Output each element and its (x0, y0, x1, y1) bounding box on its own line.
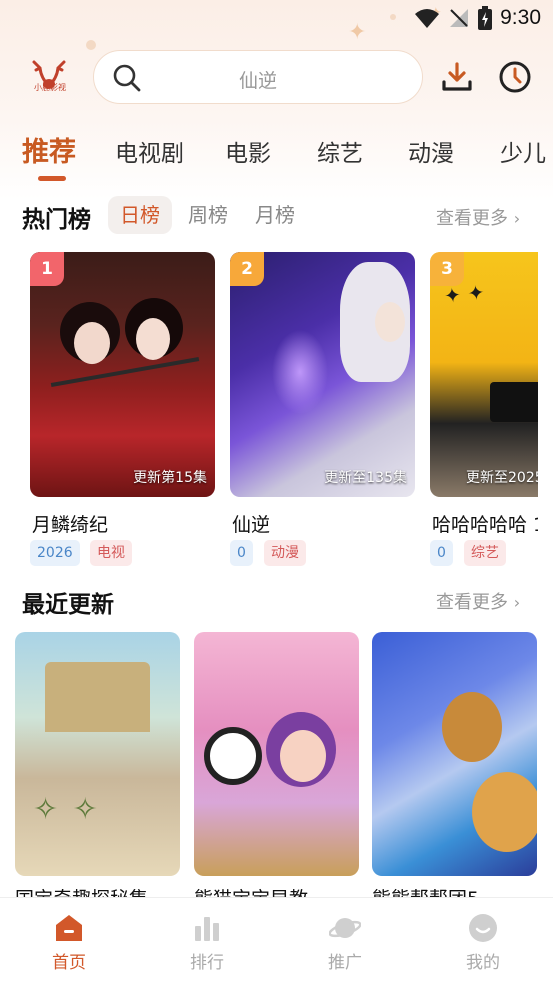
tab-movies[interactable]: 电影 (225, 134, 271, 168)
tab-kids[interactable]: 少儿 (500, 134, 546, 168)
hot-card-title: 仙逆 (232, 514, 271, 536)
chevron-right-icon: › (513, 593, 521, 612)
figure-face (136, 318, 170, 360)
poster-image: 2 更新至135集 (230, 252, 415, 497)
poster-art-bear (472, 772, 537, 852)
tab-recommend[interactable]: 推荐 (22, 130, 76, 169)
recent-section-title: 最近更新 (22, 592, 114, 618)
status-time: 9:30 (500, 6, 541, 29)
status-bar: 9:30 (0, 0, 553, 40)
recent-card-title: 熊熊帮帮团5 (372, 884, 479, 897)
more-label: 查看更多 (436, 208, 508, 229)
tab-tv-series[interactable]: 电视剧 (115, 134, 184, 168)
rank-badge: 3 (430, 252, 464, 286)
episode-label: 更新第15集 (133, 470, 207, 486)
active-tab-indicator (38, 176, 66, 181)
rank-badge: 2 (230, 252, 264, 286)
battery-icon (478, 6, 493, 30)
episode-label: 更新至2025 (466, 470, 538, 486)
hot-card-title: 月鳞绮纪 (32, 514, 109, 536)
poster-art-girl-face (280, 730, 326, 782)
hot-card-title: 哈哈哈哈哈 1 (432, 514, 538, 536)
episode-label: 更新至135集 (324, 470, 407, 486)
download-icon[interactable] (440, 60, 474, 94)
nav-label: 排行 (190, 953, 224, 973)
poster-image (372, 632, 537, 876)
no-signal-icon (450, 9, 469, 27)
poster-art-bear (442, 692, 502, 762)
ranking-tab-monthly[interactable]: 月榜 (243, 196, 307, 234)
bottom-navigation: 首页 排行 推广 我的 (0, 897, 553, 983)
poster-image: ✧ ✧ (15, 632, 180, 876)
genre-tag: 电视 (90, 540, 132, 566)
nav-label: 首页 (52, 953, 86, 973)
planet-icon (329, 918, 361, 938)
figure-face (375, 302, 405, 342)
recent-more-link[interactable]: 查看更多 › (436, 588, 520, 614)
tab-anime[interactable]: 动漫 (408, 134, 454, 168)
more-label: 查看更多 (436, 592, 508, 613)
history-clock-icon[interactable] (498, 60, 532, 94)
decor-dot (86, 40, 96, 50)
poster-image: 1 更新第15集 (30, 252, 215, 497)
app-logo-text: 小鹿影视 (34, 83, 66, 92)
profile-icon (469, 914, 497, 942)
ranking-tab-weekly[interactable]: 周榜 (176, 196, 240, 234)
figure-face (74, 322, 110, 364)
ranking-tab-daily[interactable]: 日榜 (108, 196, 172, 234)
nav-ranking[interactable]: 排行 (138, 898, 276, 983)
rank-badge: 1 (30, 252, 64, 286)
poster-image (194, 632, 359, 876)
year-tag: 0 (230, 540, 253, 566)
hot-card-clip: ✦ ✦ 3 更新至2025 哈哈哈哈哈 1 0 综艺 (430, 252, 538, 582)
sword (50, 357, 200, 387)
nav-label: 我的 (466, 953, 500, 973)
nav-label: 推广 (328, 953, 362, 973)
poster-art-block (490, 382, 538, 422)
chevron-right-icon: › (513, 209, 521, 228)
year-tag: 2026 (30, 540, 80, 566)
category-tabs: 推荐 电视剧 电影 综艺 动漫 少儿 (0, 130, 553, 174)
search-bar[interactable]: 仙逆 (93, 50, 423, 104)
genre-tag: 综艺 (464, 540, 506, 566)
year-tag: 0 (430, 540, 453, 566)
nav-profile[interactable]: 我的 (414, 898, 552, 983)
nav-promotion[interactable]: 推广 (276, 898, 414, 983)
tab-variety[interactable]: 综艺 (317, 134, 363, 168)
home-icon (56, 915, 82, 941)
ranking-icon (195, 917, 219, 941)
poster-art-text: ✧ ✧ (33, 792, 100, 827)
poster-art-panda (204, 727, 262, 785)
search-placeholder: 仙逆 (238, 70, 277, 92)
poster-image: ✦ ✦ 3 更新至2025 (430, 252, 538, 497)
hot-section-title: 热门榜 (22, 207, 91, 233)
wifi-icon (415, 9, 440, 28)
poster-art-building (45, 662, 150, 732)
recent-card-title: 国宝奇趣探秘集 (15, 884, 148, 897)
hot-more-link[interactable]: 查看更多 › (436, 204, 520, 230)
genre-tag: 动漫 (264, 540, 306, 566)
nav-home[interactable]: 首页 (0, 898, 138, 983)
recent-card-title: 熊猫宝宝早教 (194, 884, 308, 897)
recent-row: ✧ ✧ 国宝奇趣探秘集 熊猫宝宝早教 熊熊帮帮团5 (0, 632, 553, 897)
